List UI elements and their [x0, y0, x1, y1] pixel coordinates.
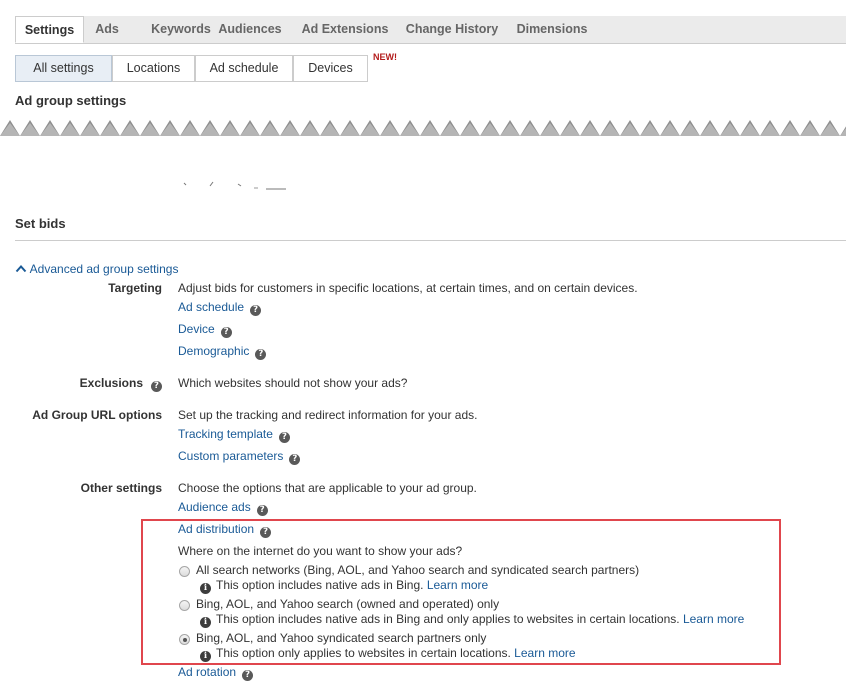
divider: [15, 240, 846, 241]
tab-ads[interactable]: Ads: [85, 16, 129, 43]
info-text: This option only applies to websites in …: [216, 646, 511, 660]
help-icon[interactable]: ?: [151, 381, 162, 392]
device-link[interactable]: Device: [178, 322, 215, 336]
help-icon[interactable]: ?: [278, 432, 290, 443]
torn-edge-divider: [0, 116, 846, 138]
option-all-search-networks-label[interactable]: All search networks (Bing, AOL, and Yaho…: [196, 563, 639, 577]
tab-bar: Settings Ads Keywords Audiences Ad Exten…: [15, 16, 846, 44]
tab-dimensions[interactable]: Dimensions: [509, 16, 595, 43]
tab-change-history[interactable]: Change History: [401, 16, 503, 43]
help-icon[interactable]: ?: [260, 527, 272, 538]
info-icon: i: [200, 651, 211, 662]
url-options-description: Set up the tracking and redirect informa…: [178, 408, 478, 422]
targeting-description: Adjust bids for customers in specific lo…: [178, 281, 638, 295]
ad-distribution-link[interactable]: Ad distribution: [178, 522, 254, 536]
option-syndicated-partners-label[interactable]: Bing, AOL, and Yahoo syndicated search p…: [196, 631, 486, 645]
targeting-label: Targeting: [108, 281, 162, 295]
learn-more-link[interactable]: Learn more: [514, 646, 575, 660]
option-owned-and-operated-label[interactable]: Bing, AOL, and Yahoo search (owned and o…: [196, 597, 499, 611]
help-icon[interactable]: ?: [220, 327, 232, 338]
subtab-locations[interactable]: Locations: [112, 55, 195, 82]
demographic-link[interactable]: Demographic: [178, 344, 249, 358]
info-icon: i: [200, 617, 211, 628]
help-icon[interactable]: ?: [256, 505, 268, 516]
new-badge: NEW!: [373, 52, 397, 62]
tab-audiences[interactable]: Audiences: [211, 16, 289, 43]
radio-all-search-networks[interactable]: [179, 566, 190, 577]
help-icon[interactable]: ?: [289, 454, 301, 465]
tab-settings[interactable]: Settings: [15, 16, 84, 43]
ad-distribution-row: Ad distribution?: [178, 522, 272, 538]
help-icon[interactable]: ?: [255, 349, 267, 360]
custom-parameters-row: Custom parameters?: [178, 449, 301, 465]
set-bids-title: Set bids: [15, 216, 66, 231]
exclusions-label-row: Exclusions?: [40, 376, 162, 392]
distribution-question: Where on the internet do you want to sho…: [178, 544, 463, 558]
ad-schedule-row: Ad schedule?: [178, 300, 262, 316]
demographic-row: Demographic?: [178, 344, 267, 360]
url-options-label: Ad Group URL options: [32, 408, 162, 422]
option-owned-and-operated-info: i This option includes native ads in Bing…: [200, 612, 744, 628]
radio-syndicated-partners[interactable]: [179, 634, 190, 645]
redacted-marks: [183, 181, 286, 190]
other-settings-label: Other settings: [80, 481, 162, 495]
help-icon[interactable]: ?: [242, 670, 254, 681]
ad-rotation-row: Ad rotation?: [178, 665, 254, 681]
radio-owned-and-operated[interactable]: [179, 600, 190, 611]
ad-rotation-link[interactable]: Ad rotation: [178, 665, 236, 679]
audience-ads-link[interactable]: Audience ads: [178, 500, 251, 514]
exclusions-label: Exclusions: [79, 376, 143, 390]
info-text: This option includes native ads in Bing …: [216, 612, 680, 626]
subtab-ad-schedule[interactable]: Ad schedule: [195, 55, 293, 82]
help-icon[interactable]: ?: [250, 305, 262, 316]
option-syndicated-partners-info: i This option only applies to websites in…: [200, 646, 576, 662]
advanced-settings-toggle[interactable]: Advanced ad group settings: [15, 262, 178, 276]
tracking-template-row: Tracking template?: [178, 427, 290, 443]
device-row: Device?: [178, 322, 232, 338]
tab-ad-extensions[interactable]: Ad Extensions: [293, 16, 397, 43]
other-settings-description: Choose the options that are applicable t…: [178, 481, 477, 495]
advanced-settings-label: Advanced ad group settings: [29, 262, 179, 276]
exclusions-description: Which websites should not show your ads?: [178, 376, 408, 390]
ad-group-settings-title: Ad group settings: [15, 93, 127, 108]
audience-ads-row: Audience ads?: [178, 500, 268, 516]
info-icon: i: [200, 583, 211, 594]
subtab-devices[interactable]: Devices: [293, 55, 368, 82]
option-all-search-networks-info: i This option includes native ads in Bing…: [200, 578, 488, 594]
ad-schedule-link[interactable]: Ad schedule: [178, 300, 244, 314]
tracking-template-link[interactable]: Tracking template: [178, 427, 273, 441]
subtab-all-settings[interactable]: All settings: [15, 55, 112, 82]
custom-parameters-link[interactable]: Custom parameters: [178, 449, 283, 463]
chevron-up-icon: [15, 265, 27, 273]
info-text: This option includes native ads in Bing.: [216, 578, 424, 592]
learn-more-link[interactable]: Learn more: [427, 578, 488, 592]
learn-more-link[interactable]: Learn more: [683, 612, 744, 626]
